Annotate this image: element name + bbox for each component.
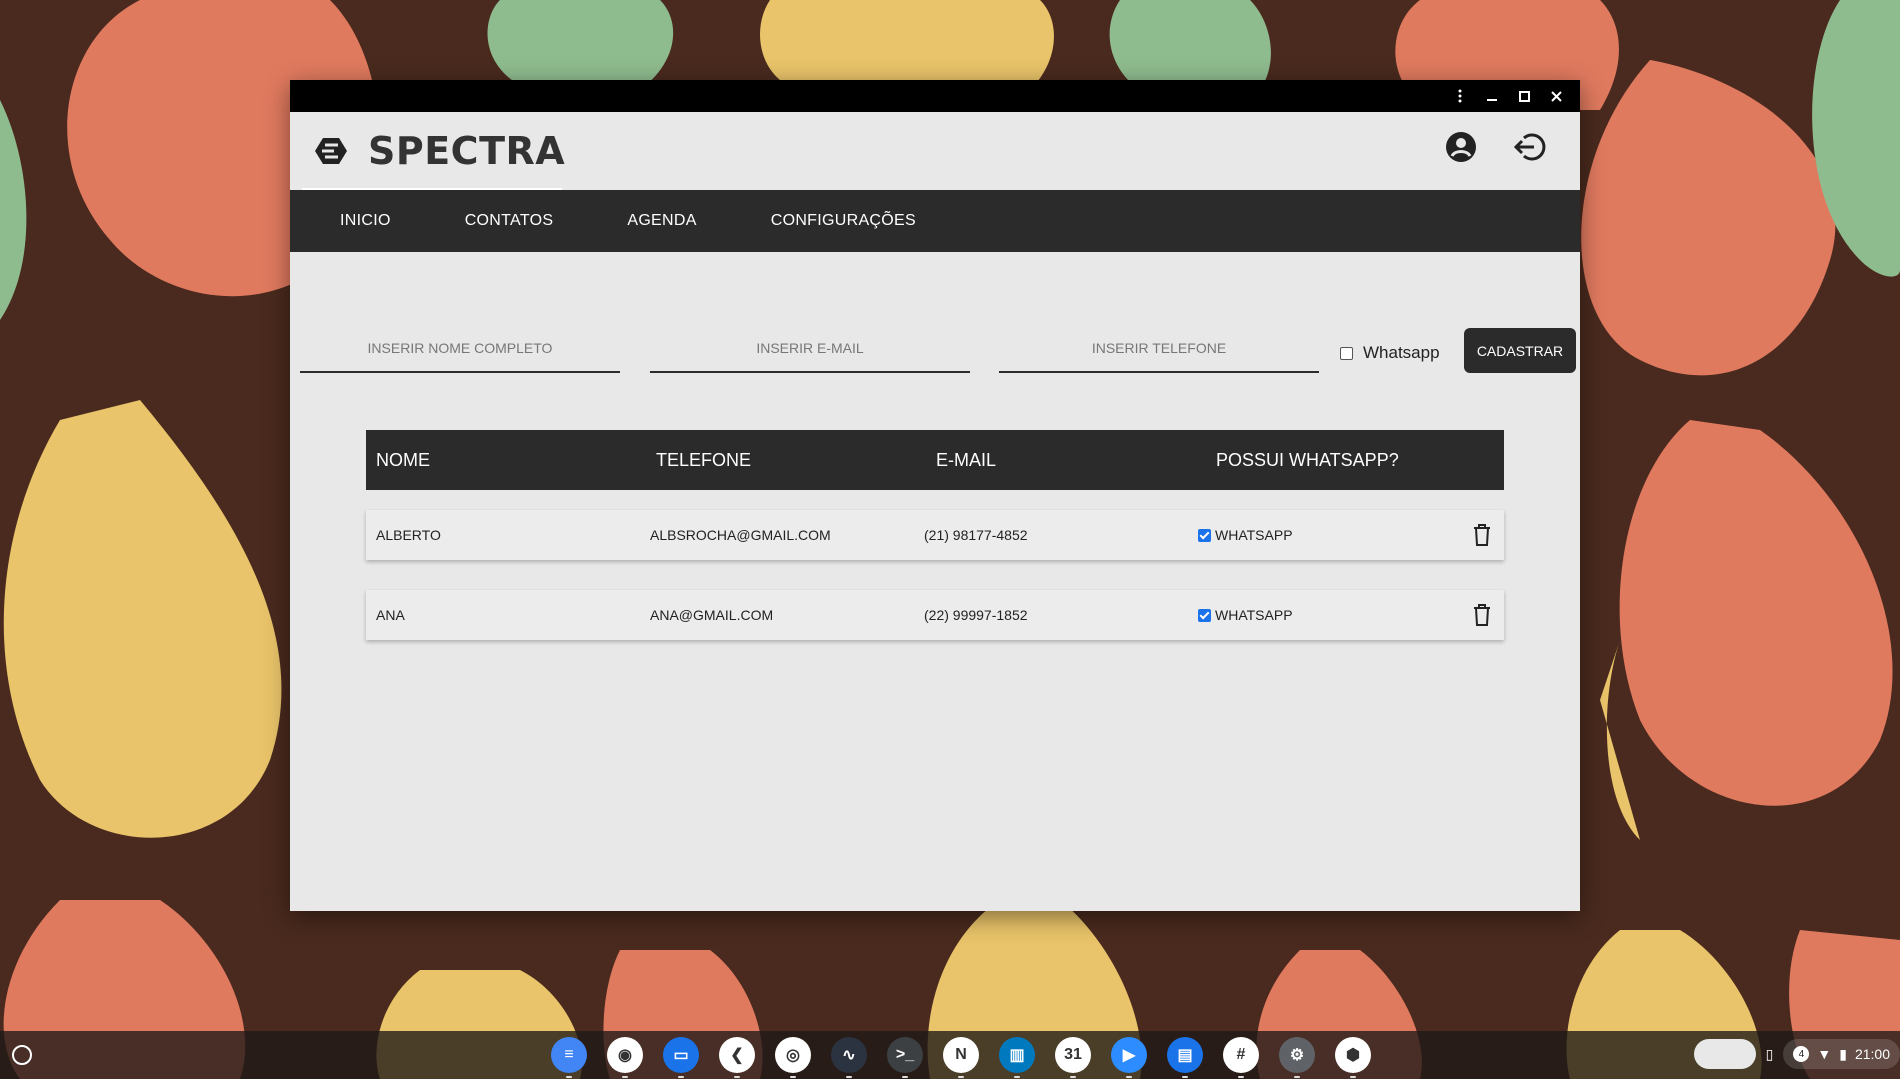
phone-field	[999, 325, 1319, 373]
phone-icon[interactable]: ▯	[1766, 1046, 1774, 1063]
whatsapp-checked-icon[interactable]	[1198, 608, 1211, 622]
contacts-table: NOME TELEFONE E-MAIL POSSUI WHATSAPP? AL…	[366, 430, 1504, 640]
running-indicator	[678, 1076, 684, 1078]
vscode-icon[interactable]: ❮	[719, 1037, 755, 1078]
header-nome: NOME	[376, 449, 430, 470]
tray-thumbnail[interactable]	[1693, 1039, 1756, 1069]
window-menu-icon[interactable]	[1444, 80, 1476, 112]
status-area[interactable]: 4 ▼ ▮ 21:00	[1783, 1039, 1900, 1069]
brand-name: SPECTRA	[368, 129, 566, 173]
header-actions	[1444, 130, 1546, 164]
system-tray[interactable]: ▯ 4 ▼ ▮ 21:00	[1693, 1039, 1900, 1069]
name-field	[300, 325, 620, 373]
clock: 21:00	[1854, 1046, 1890, 1062]
battery-icon: ▮	[1839, 1045, 1847, 1062]
email-input[interactable]	[650, 325, 970, 371]
whatsapp-checkbox-group[interactable]: Whatsapp	[1340, 343, 1440, 363]
wifi-icon: ▼	[1817, 1046, 1832, 1062]
camera-icon[interactable]: ◉	[607, 1037, 643, 1078]
launcher-icon[interactable]	[12, 1045, 32, 1065]
header-email: E-MAIL	[936, 449, 997, 470]
spectra-icon[interactable]: ⬢	[1335, 1037, 1371, 1078]
messages-icon[interactable]: ▤	[1167, 1037, 1203, 1078]
running-indicator	[622, 1076, 628, 1078]
cell-whatsapp-label: WHATSAPP	[1215, 527, 1293, 543]
running-indicator	[1182, 1076, 1188, 1078]
brand[interactable]: SPECTRA	[314, 129, 565, 173]
cell-col2: ALBSROCHA@GMAIL.COM	[650, 527, 831, 543]
cell-whatsapp: WHATSAPP	[1188, 607, 1462, 623]
slack-icon[interactable]: #	[1223, 1037, 1259, 1078]
running-indicator	[1070, 1076, 1076, 1078]
whatsapp-checkbox-label: Whatsapp	[1363, 343, 1440, 362]
running-indicator	[566, 1076, 572, 1078]
running-indicator	[734, 1076, 740, 1078]
running-indicator	[846, 1076, 852, 1078]
notification-badge: 4	[1793, 1046, 1810, 1062]
cell-whatsapp-label: WHATSAPP	[1215, 607, 1293, 623]
os-shelf: ≡ ◉ ▭ ❮ ◎ ∿ >_ N ▥ 31 ▶ ▤ # ⚙ ⬢ ▯ 4 ▼ ▮ 21:00	[0, 1031, 1900, 1079]
whatsapp-checkbox[interactable]	[1340, 346, 1353, 360]
cell-name: ANA	[376, 607, 405, 623]
logout-icon[interactable]	[1512, 130, 1546, 164]
settings-icon[interactable]: ⚙	[1279, 1037, 1315, 1078]
cell-col3: (22) 99997-1852	[924, 607, 1028, 623]
cadastrar-button[interactable]: CADASTRAR	[1464, 328, 1576, 373]
chrome-icon[interactable]: ◎	[775, 1037, 811, 1078]
nav-item-agenda[interactable]: AGENDA	[627, 212, 696, 230]
cell-whatsapp: WHATSAPP	[1188, 527, 1462, 543]
calendar-icon[interactable]: 31	[1055, 1037, 1091, 1078]
shelf-apps: ≡ ◉ ▭ ❮ ◎ ∿ >_ N ▥ 31 ▶ ▤ # ⚙ ⬢	[551, 1037, 1371, 1078]
trello-icon[interactable]: ▥	[999, 1037, 1035, 1078]
trash-icon[interactable]	[1472, 604, 1492, 626]
trash-icon[interactable]	[1472, 524, 1492, 546]
running-indicator	[1350, 1076, 1356, 1078]
account-icon[interactable]	[1444, 130, 1478, 164]
running-indicator	[1238, 1076, 1244, 1078]
spectra-logo-icon	[315, 138, 347, 164]
email-field	[650, 325, 970, 373]
running-indicator	[1294, 1076, 1300, 1078]
table-row: ANA ANA@GMAIL.COM (22) 99997-1852 WHATSA…	[366, 590, 1504, 640]
terminal-icon[interactable]: >_	[887, 1037, 923, 1078]
zoom-icon[interactable]: ▶	[1111, 1037, 1147, 1078]
running-indicator	[958, 1076, 964, 1078]
running-indicator	[1014, 1076, 1020, 1078]
whatsapp-checked-icon[interactable]	[1198, 528, 1211, 542]
running-indicator	[790, 1076, 796, 1078]
running-indicator	[1126, 1076, 1132, 1078]
running-indicator	[902, 1076, 908, 1078]
phone-input[interactable]	[999, 325, 1319, 371]
header-whatsapp: POSSUI WHATSAPP?	[1216, 449, 1399, 470]
nav-item-contatos[interactable]: CONTATOS	[465, 212, 554, 230]
cell-col3: (21) 98177-4852	[924, 527, 1028, 543]
name-input[interactable]	[300, 325, 620, 371]
table-header: NOME TELEFONE E-MAIL POSSUI WHATSAPP?	[366, 430, 1504, 490]
cell-name: ALBERTO	[376, 527, 441, 543]
contact-form: Whatsapp CADASTRAR	[300, 325, 1576, 377]
stats-icon[interactable]: ∿	[831, 1037, 867, 1078]
docs-icon[interactable]: ≡	[551, 1037, 587, 1078]
cell-col2: ANA@GMAIL.COM	[650, 607, 774, 623]
window-titlebar	[290, 80, 1580, 112]
maximize-icon[interactable]	[1508, 80, 1540, 112]
header-telefone: TELEFONE	[656, 449, 752, 470]
minimize-icon[interactable]	[1476, 80, 1508, 112]
nav-item-configuracoes[interactable]: CONFIGURAÇÕES	[771, 212, 916, 230]
close-icon[interactable]	[1540, 80, 1572, 112]
brand-underline	[302, 188, 562, 190]
table-row: ALBERTO ALBSROCHA@GMAIL.COM (21) 98177-4…	[366, 510, 1504, 560]
app-header: SPECTRA	[290, 112, 1580, 190]
app-window: SPECTRA INICIO CONTATOS AGENDA CONFIGURA…	[290, 80, 1580, 911]
main-nav: INICIO CONTATOS AGENDA CONFIGURAÇÕES	[290, 190, 1580, 252]
files-icon[interactable]: ▭	[663, 1037, 699, 1078]
notion-icon[interactable]: N	[943, 1037, 979, 1078]
nav-item-inicio[interactable]: INICIO	[340, 212, 391, 230]
